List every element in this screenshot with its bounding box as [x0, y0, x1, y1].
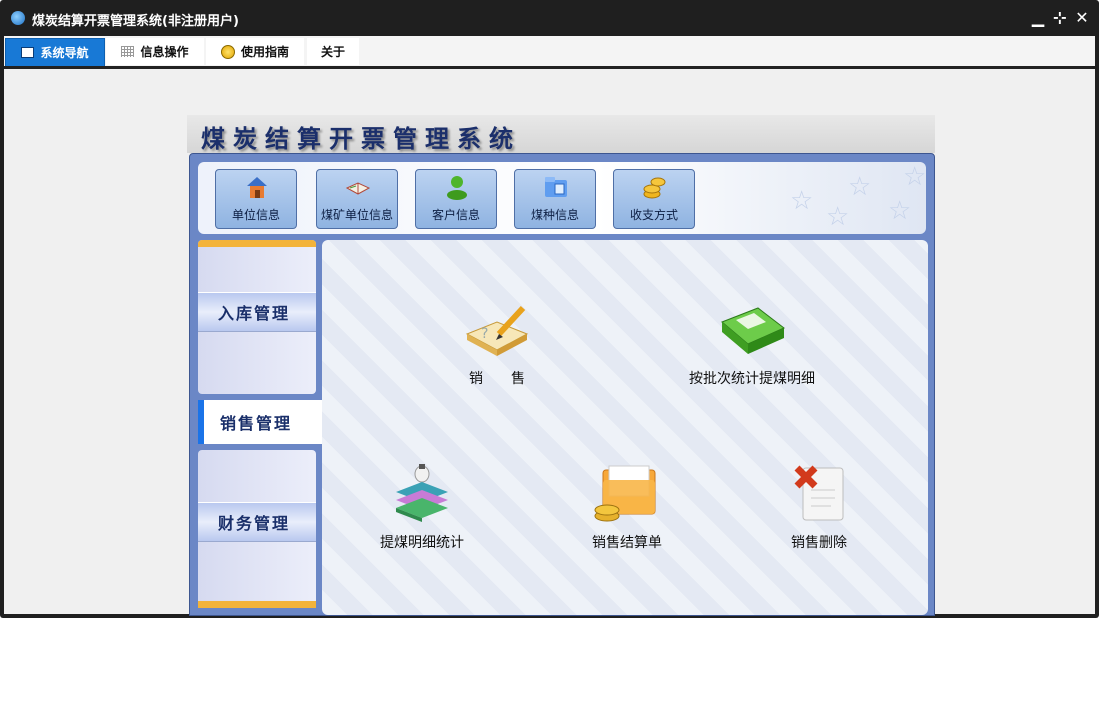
unit-info-button[interactable]: 单位信息 [215, 169, 297, 229]
svg-text:?: ? [481, 326, 488, 342]
tab-label: 系统导航 [40, 46, 89, 60]
system-title: 煤炭结算开票管理系统 [201, 124, 521, 153]
panel-frame: ☆ ☆ ☆ ☆ ☆ 单位信息 煤矿单位信息 客户信息 煤种信息 收支方式 入库管… [189, 153, 935, 616]
feature-label: 提煤明细统计 [380, 535, 464, 551]
star-decoration-icon: ☆ [848, 172, 872, 202]
tab-label: 信息操作 [140, 45, 189, 59]
sidebar-item-label: 销售管理 [220, 414, 293, 433]
button-label: 客户信息 [431, 208, 480, 222]
navigation-content: 煤炭结算开票管理系统 ☆ ☆ ☆ ☆ ☆ 单位信息 煤矿单位信息 客户信息 煤种… [4, 69, 1095, 616]
coins-icon [642, 174, 668, 200]
sidebar-item-sales-management[interactable]: 销售管理 [198, 400, 324, 444]
menu-bar: 系统导航 信息操作 使用指南 关于 [4, 36, 1095, 67]
button-label: 收支方式 [629, 208, 678, 222]
user-icon [444, 174, 470, 200]
mine-unit-info-button[interactable]: 煤矿单位信息 [316, 169, 398, 229]
minimize-button[interactable]: ▁ [1029, 8, 1047, 27]
tab-about[interactable]: 关于 [307, 38, 359, 65]
sidebar-group-finance: 财务管理 [198, 450, 316, 608]
button-label: 煤矿单位信息 [320, 208, 393, 222]
star-decoration-icon: ☆ [903, 162, 927, 192]
window-title: 煤炭结算开票管理系统(非注册用户) [32, 14, 239, 29]
folder-icon [543, 174, 569, 200]
quick-toolbar: ☆ ☆ ☆ ☆ ☆ 单位信息 煤矿单位信息 客户信息 煤种信息 收支方式 [198, 162, 926, 234]
button-label: 煤种信息 [530, 208, 579, 222]
tab-label: 关于 [320, 45, 345, 59]
building-icon [244, 174, 270, 200]
sales-settlement-feature[interactable]: 销售结算单 [577, 462, 677, 552]
sidebar-item-finance-management[interactable]: 财务管理 [198, 502, 316, 542]
star-decoration-icon: ☆ [790, 186, 814, 216]
sidebar-group-accent [198, 601, 316, 608]
tab-user-guide[interactable]: 使用指南 [206, 38, 304, 65]
title-bar: 煤炭结算开票管理系统(非注册用户) ▁ ⊹ ✕ [0, 0, 1099, 36]
button-label: 单位信息 [231, 208, 280, 222]
restore-button[interactable]: ⊹ [1051, 8, 1069, 27]
customer-info-button[interactable]: 客户信息 [415, 169, 497, 229]
star-decoration-icon: ☆ [826, 202, 850, 232]
grid-icon [121, 46, 135, 57]
star-decoration-icon: ☆ [888, 196, 912, 226]
monitor-icon [21, 47, 35, 58]
green-book-icon [714, 298, 790, 362]
tab-label: 使用指南 [240, 45, 289, 59]
guide-icon [220, 44, 235, 59]
notebook-pencil-icon: ? [459, 298, 535, 362]
batch-stats-feature[interactable]: 按批次统计提煤明细 [677, 298, 827, 388]
sidebar-item-label: 入库管理 [218, 304, 291, 323]
sales-feature[interactable]: ? 销 售 [452, 298, 542, 388]
coal-type-info-button[interactable]: 煤种信息 [514, 169, 596, 229]
tab-system-navigation[interactable]: 系统导航 [5, 38, 105, 67]
book-stack-lamp-icon [384, 462, 460, 526]
feature-label: 销售删除 [791, 535, 847, 551]
feature-label: 销 售 [469, 371, 525, 387]
feature-area: ? 销 售 按批次统计提煤明细 提煤明细统计 销售结算单 销售删除 [322, 240, 928, 615]
delete-document-icon [781, 462, 857, 526]
payment-method-button[interactable]: 收支方式 [613, 169, 695, 229]
app-window: 煤炭结算开票管理系统(非注册用户) ▁ ⊹ ✕ 系统导航 信息操作 使用指南 关… [0, 0, 1099, 618]
sidebar-group-accent [198, 240, 316, 247]
coal-detail-stats-feature[interactable]: 提煤明细统计 [372, 462, 472, 552]
folder-coins-icon [589, 462, 665, 526]
sidebar-group-inbound: 入库管理 [198, 240, 316, 394]
sidebar-item-label: 财务管理 [218, 514, 291, 533]
sales-delete-feature[interactable]: 销售删除 [774, 462, 864, 552]
system-banner: 煤炭结算开票管理系统 [187, 115, 935, 153]
app-logo-icon [11, 11, 25, 25]
sidebar-item-inbound-management[interactable]: 入库管理 [198, 292, 316, 332]
feature-label: 按批次统计提煤明细 [689, 371, 815, 387]
feature-label: 销售结算单 [592, 535, 662, 551]
tab-info-operation[interactable]: 信息操作 [106, 38, 204, 65]
sidebar: 入库管理 销售管理 财务管理 [198, 240, 324, 608]
open-book-icon [345, 174, 371, 200]
navigation-panel: 煤炭结算开票管理系统 ☆ ☆ ☆ ☆ ☆ 单位信息 煤矿单位信息 客户信息 煤种… [187, 115, 935, 616]
close-button[interactable]: ✕ [1073, 8, 1091, 27]
